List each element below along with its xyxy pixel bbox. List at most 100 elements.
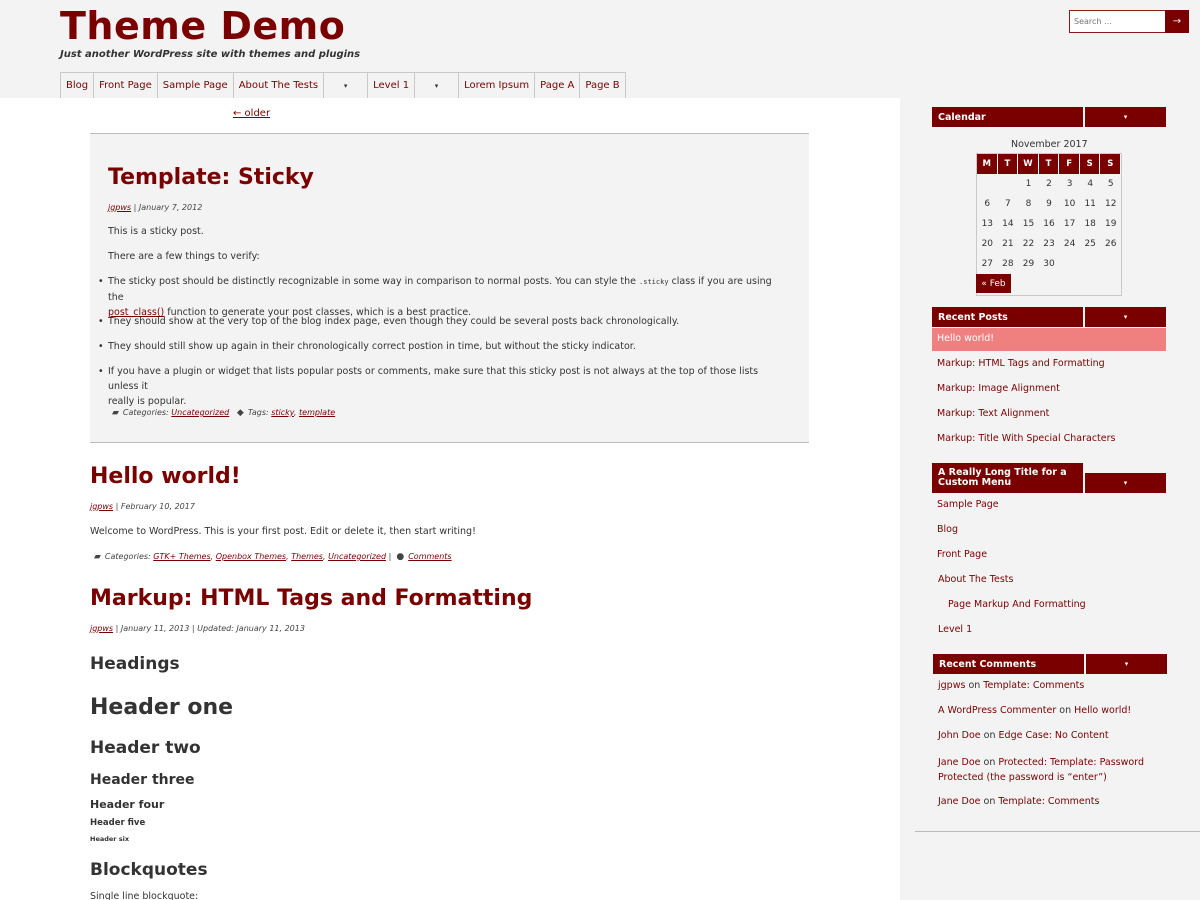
- calendar-day: 16: [1043, 219, 1055, 229]
- comment-post-link[interactable]: Hello world!: [1074, 705, 1131, 716]
- weekday: F: [1059, 154, 1080, 174]
- chevron-down-icon[interactable]: ▾: [1085, 473, 1166, 493]
- recent-post-link[interactable]: Markup: Text Alignment: [937, 408, 1049, 419]
- nav-item-page-a[interactable]: Page A: [534, 72, 581, 98]
- main-content: ← older Template: Sticky jgpws | January…: [0, 98, 900, 900]
- nav-item-lorem-ipsum[interactable]: Lorem Ipsum: [458, 72, 536, 98]
- menu-item-front-page[interactable]: Front Page: [937, 549, 987, 560]
- calendar-prev-month-link[interactable]: « Feb: [976, 274, 1011, 293]
- recent-post-link[interactable]: Hello world!: [937, 333, 994, 344]
- post-title[interactable]: Template: Sticky: [108, 165, 314, 190]
- post-title[interactable]: Hello world!: [90, 464, 241, 489]
- chevron-down-icon[interactable]: ▾: [414, 72, 460, 98]
- meta-separator: |: [113, 502, 121, 511]
- calendar-day: 22: [1022, 239, 1035, 249]
- weekday: T: [1038, 154, 1060, 174]
- meta-separator: |: [113, 624, 121, 633]
- menu-item-level-1[interactable]: Level 1: [938, 624, 972, 635]
- menu-item-about-the-tests[interactable]: About The Tests: [938, 574, 1013, 585]
- post-footer: ▰ Categories: GTK+ Themes, Openbox Themes…: [94, 552, 452, 562]
- chevron-down-icon[interactable]: ▾: [1085, 307, 1166, 327]
- post-meta: jgpws | January 7, 2012: [108, 203, 202, 212]
- tags-icon: ◆: [236, 408, 244, 418]
- calendar-week: 20 21 22 23 24 25 26: [977, 234, 1121, 254]
- comment-post-link[interactable]: Protected: Template: Password: [998, 757, 1144, 768]
- comment-author-link[interactable]: Jane Doe: [938, 796, 980, 807]
- chevron-down-icon[interactable]: ▾: [323, 72, 369, 98]
- post-date: February 10, 2017: [120, 502, 195, 511]
- recent-comment: Jane Doe on Protected: Template: Passwor…: [938, 755, 1144, 785]
- calendar-day: 29: [1022, 259, 1035, 269]
- list-item-text: really is popular.: [108, 396, 187, 407]
- widget-title: Recent Posts: [932, 307, 1083, 327]
- recent-post-link[interactable]: Markup: Image Alignment: [937, 383, 1060, 394]
- comment-author-link[interactable]: jgpws: [938, 680, 965, 691]
- post-updated: | Updated: January 11, 2013: [189, 624, 305, 633]
- heading-h6: Header six: [90, 835, 130, 843]
- sidebar-divider: [915, 831, 1200, 832]
- recent-post-link[interactable]: Markup: HTML Tags and Formatting: [937, 358, 1105, 369]
- post-title[interactable]: Markup: HTML Tags and Formatting: [90, 586, 532, 611]
- calendar-day: 18: [1084, 219, 1096, 229]
- comment-post-link[interactable]: Edge Case: No Content: [999, 730, 1109, 741]
- site-title[interactable]: Theme Demo: [60, 4, 345, 48]
- calendar-day: 10: [1063, 199, 1076, 209]
- paragraph: Single line blockquote:: [90, 891, 199, 900]
- recent-post-link[interactable]: Markup: Title With Special Characters: [937, 433, 1115, 444]
- calendar-widget-header: Calendar ▾: [932, 107, 1166, 127]
- category-link[interactable]: Openbox Themes: [216, 552, 286, 561]
- widget-title-line: Custom Menu: [938, 477, 1012, 488]
- comment-author-link[interactable]: Jane Doe: [938, 757, 980, 768]
- nav-item-sample-page[interactable]: Sample Page: [156, 72, 234, 98]
- widget-title: A Really Long Title for a Custom Menu: [932, 463, 1083, 493]
- calendar-day: 2: [1046, 179, 1052, 189]
- chevron-down-icon[interactable]: ▾: [1085, 107, 1166, 127]
- calendar-day: [1059, 254, 1080, 274]
- folder-open-icon: ▰: [94, 552, 101, 562]
- nav-item-level-1[interactable]: Level 1: [367, 72, 416, 98]
- comment-on: on: [980, 730, 999, 741]
- calendar-day: 14: [1002, 219, 1014, 229]
- site-description: Just another WordPress site with themes …: [60, 49, 361, 60]
- search-button[interactable]: →: [1165, 10, 1189, 33]
- nav-item-about-the-tests[interactable]: About The Tests: [232, 72, 325, 98]
- code-snippet: .sticky: [639, 278, 669, 286]
- heading-h5: Header five: [90, 818, 146, 828]
- calendar-day: 28: [1002, 259, 1014, 269]
- category-link[interactable]: Uncategorized: [328, 552, 386, 561]
- nav-item-front-page[interactable]: Front Page: [93, 72, 158, 98]
- tag-link[interactable]: template: [299, 408, 335, 417]
- widget-title: Calendar: [932, 107, 1083, 127]
- comment-post-link[interactable]: Template: Comments: [983, 680, 1084, 691]
- author-link[interactable]: jgpws: [108, 203, 131, 212]
- comments-link[interactable]: Comments: [408, 552, 451, 561]
- list-item-text: The sticky post should be distinctly rec…: [108, 276, 640, 287]
- author-link[interactable]: jgpws: [90, 502, 113, 511]
- comment-author-link[interactable]: John Doe: [938, 730, 981, 741]
- tag-link[interactable]: sticky: [271, 408, 294, 417]
- categories-label: Categories:: [104, 552, 154, 561]
- menu-item-blog[interactable]: Blog: [937, 524, 958, 535]
- calendar-day: [1100, 254, 1121, 274]
- calendar-day: 19: [1105, 219, 1117, 229]
- weekday: S: [1100, 154, 1122, 174]
- category-link[interactable]: Uncategorized: [171, 408, 229, 417]
- search-input[interactable]: [1069, 10, 1165, 33]
- calendar-day: 6: [984, 199, 991, 209]
- calendar-week: 27 28 29 30: [977, 254, 1121, 274]
- nav-item-page-b[interactable]: Page B: [579, 72, 626, 98]
- calendar-day: 1: [1025, 179, 1032, 189]
- chevron-down-icon[interactable]: ▾: [1086, 654, 1167, 674]
- comment-post-link[interactable]: Template: Comments: [998, 796, 1099, 807]
- category-link[interactable]: GTK+ Themes: [153, 552, 210, 561]
- author-link[interactable]: jgpws: [90, 624, 113, 633]
- nav-item-blog[interactable]: Blog: [60, 72, 95, 98]
- category-link[interactable]: Themes: [291, 552, 323, 561]
- menu-item-page-markup[interactable]: Page Markup And Formatting: [948, 599, 1086, 610]
- recent-comment: jgpws on Template: Comments: [938, 680, 1084, 691]
- list-item-text: If you have a plugin or widget that list…: [108, 366, 759, 392]
- older-posts-link[interactable]: ← older: [233, 108, 270, 119]
- comment-author-link[interactable]: A WordPress Commenter: [938, 705, 1056, 716]
- comment-post-link[interactable]: Protected (the password is “enter”): [938, 772, 1107, 783]
- menu-item-sample-page[interactable]: Sample Page: [937, 499, 999, 510]
